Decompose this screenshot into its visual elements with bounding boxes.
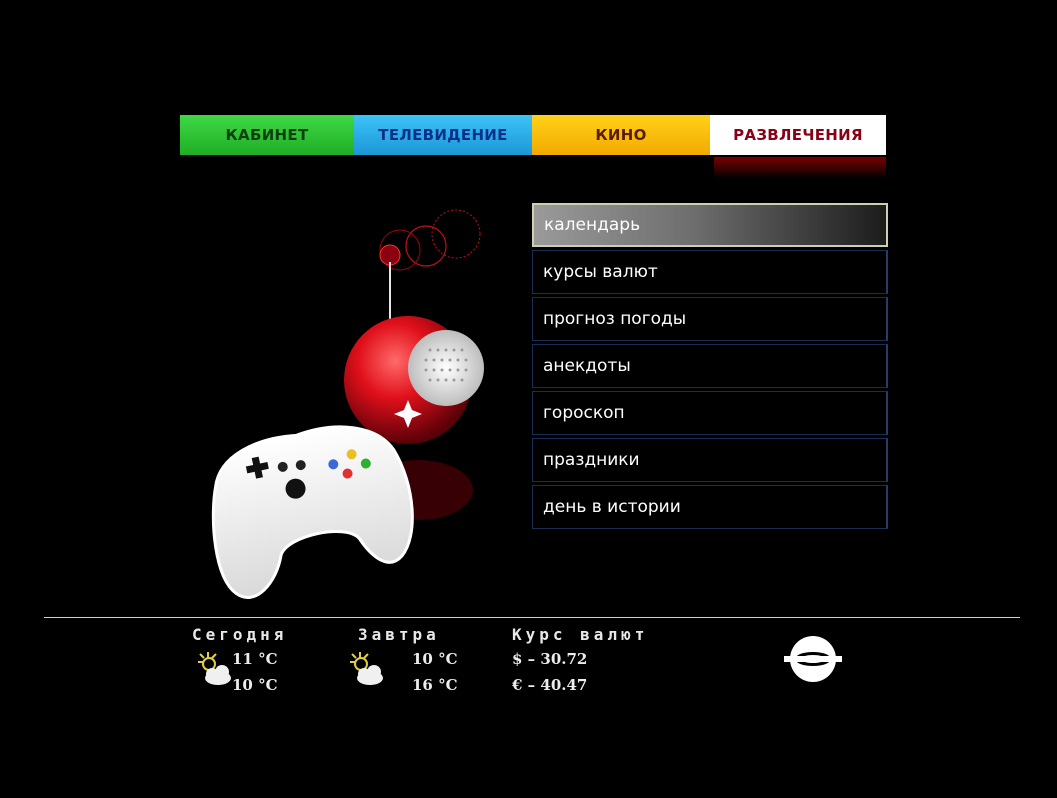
today-temp-day: 11 °С <box>232 650 278 668</box>
today-temp-night: 10 °С <box>232 676 278 694</box>
tomorrow-label: Завтра <box>358 625 440 644</box>
decor-circle <box>405 225 447 267</box>
menu-item-horoscope[interactable]: гороскоп <box>532 391 888 435</box>
usd-rate: $ – 30.72 <box>512 650 588 668</box>
broadcaster-logo <box>784 636 842 682</box>
tab-television[interactable]: ТЕЛЕВИДЕНИЕ <box>354 115 532 155</box>
tab-cinema[interactable]: КИНО <box>532 115 710 155</box>
menu-item-currency-rates[interactable]: курсы валют <box>532 250 888 294</box>
tab-cabinet[interactable]: КАБИНЕТ <box>180 115 354 155</box>
entertainment-illustration <box>211 209 484 599</box>
tomorrow-temp-night: 16 °С <box>412 676 458 694</box>
tomorrow-temp-day: 10 °С <box>412 650 458 668</box>
footer-divider <box>44 617 1020 618</box>
eur-rate: € – 40.47 <box>512 676 588 694</box>
menu-item-jokes[interactable]: анекдоты <box>532 344 888 388</box>
top-tabs: КАБИНЕТ ТЕЛЕВИДЕНИЕ КИНО РАЗВЛЕЧЕНИЯ <box>180 115 886 155</box>
menu-item-calendar[interactable]: календарь <box>532 203 888 247</box>
tab-entertainment[interactable]: РАЗВЛЕЧЕНИЯ <box>710 115 886 155</box>
menu-item-weather-forecast[interactable]: прогноз погоды <box>532 297 888 341</box>
menu-item-holidays[interactable]: праздники <box>532 438 888 482</box>
decor-circle <box>431 209 481 259</box>
today-label: Сегодня <box>192 625 288 644</box>
currency-label: Курс валют <box>512 625 649 644</box>
ball-speaker <box>408 330 484 406</box>
partly-cloudy-icon <box>198 652 231 685</box>
partly-cloudy-icon <box>350 652 383 685</box>
active-tab-glow <box>714 157 886 179</box>
entertainment-menu: календарь курсы валют прогноз погоды ане… <box>532 203 888 532</box>
menu-item-day-in-history[interactable]: день в истории <box>532 485 888 529</box>
